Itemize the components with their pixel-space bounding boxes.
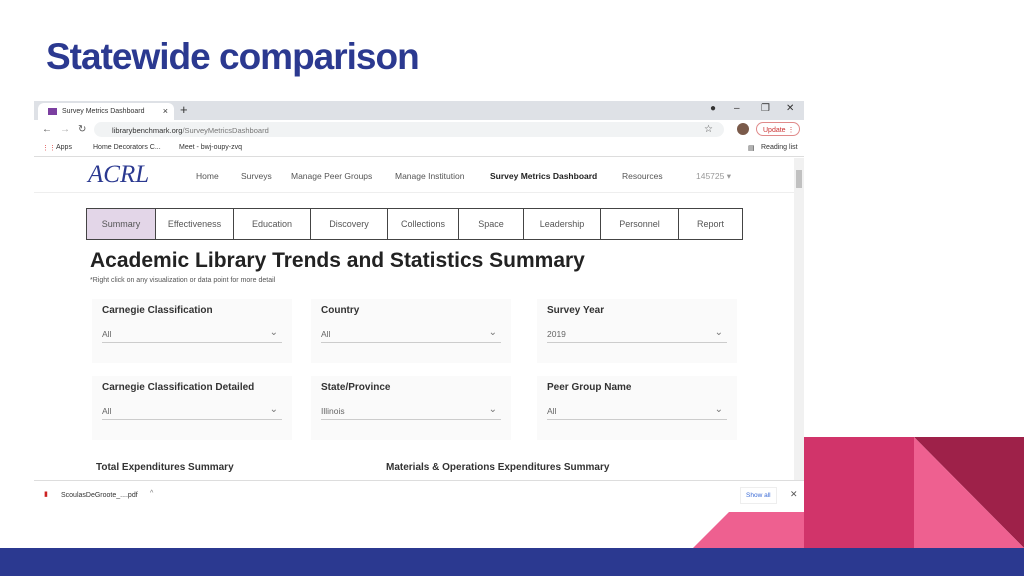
nav-manage-peer-groups[interactable]: Manage Peer Groups bbox=[291, 171, 372, 181]
minimize-button[interactable]: – bbox=[734, 103, 740, 114]
select-value: Illinois bbox=[321, 406, 345, 416]
maximize-button[interactable]: ❐ bbox=[761, 103, 770, 114]
tab-strip: Survey Metrics Dashboard × + ● – ❐ ✕ bbox=[34, 101, 804, 120]
filter-state: State/Province Illinois ⌄ bbox=[311, 376, 511, 440]
apps-icon: ⋮⋮ bbox=[42, 145, 56, 152]
filter-label: Country bbox=[321, 305, 360, 316]
chevron-down-icon: ⌄ bbox=[488, 327, 497, 338]
tab-space[interactable]: Space bbox=[458, 208, 524, 240]
browser-screenshot: Survey Metrics Dashboard × + ● – ❐ ✕ ← → … bbox=[34, 101, 804, 510]
reading-list-icon: ▤ bbox=[748, 145, 755, 152]
chevron-down-icon: ⌄ bbox=[269, 327, 278, 338]
close-downloads-icon[interactable]: ✕ bbox=[790, 489, 798, 500]
tab-education[interactable]: Education bbox=[233, 208, 311, 240]
chevron-down-icon: ⌄ bbox=[269, 404, 278, 415]
carnegie-select[interactable]: All ⌄ bbox=[102, 325, 282, 343]
filter-label: Carnegie Classification bbox=[102, 305, 213, 316]
acrl-logo[interactable]: ACRL bbox=[88, 161, 149, 189]
chevron-up-icon[interactable]: ^ bbox=[150, 490, 153, 497]
new-tab-button[interactable]: + bbox=[180, 102, 188, 117]
close-tab-icon[interactable]: × bbox=[163, 106, 168, 116]
browser-tab[interactable]: Survey Metrics Dashboard × bbox=[38, 103, 174, 120]
select-value: All bbox=[321, 329, 331, 339]
tab-summary[interactable]: Summary bbox=[86, 208, 156, 240]
rose-square bbox=[804, 437, 914, 548]
filter-carnegie-detailed: Carnegie Classification Detailed All ⌄ bbox=[92, 376, 292, 440]
nav-survey-metrics-dashboard[interactable]: Survey Metrics Dashboard bbox=[490, 171, 597, 181]
nav-resources[interactable]: Resources bbox=[622, 171, 663, 181]
user-menu[interactable]: 145725 ▾ bbox=[696, 171, 731, 182]
tab-report[interactable]: Report bbox=[678, 208, 743, 240]
reading-list[interactable]: Reading list bbox=[761, 144, 798, 151]
filter-label: Peer Group Name bbox=[547, 382, 632, 393]
address-bar-row: ← → ↻ librarybenchmark.org/SurveyMetrics… bbox=[34, 120, 804, 140]
tab-personnel[interactable]: Personnel bbox=[600, 208, 679, 240]
url-input[interactable]: librarybenchmark.org/SurveyMetricsDashbo… bbox=[94, 122, 724, 137]
filter-label: Carnegie Classification Detailed bbox=[102, 382, 255, 393]
show-all-button[interactable]: Show all bbox=[740, 487, 777, 504]
survey-year-select[interactable]: 2019 ⌄ bbox=[547, 325, 727, 343]
filter-country: Country All ⌄ bbox=[311, 299, 511, 363]
nav-manage-institution[interactable]: Manage Institution bbox=[395, 171, 464, 181]
filter-label: State/Province bbox=[321, 382, 391, 393]
reload-icon[interactable]: ↻ bbox=[78, 124, 86, 135]
update-button[interactable]: Update ⋮ bbox=[756, 122, 800, 136]
filter-carnegie: Carnegie Classification All ⌄ bbox=[92, 299, 292, 363]
pink-triangle bbox=[914, 437, 1024, 548]
maroon-triangle bbox=[914, 437, 1024, 548]
country-select[interactable]: All ⌄ bbox=[321, 325, 501, 343]
filter-peer-group: Peer Group Name All ⌄ bbox=[537, 376, 737, 440]
pdf-icon: ▮ bbox=[44, 491, 48, 498]
pink-parallelogram bbox=[693, 512, 804, 548]
update-label: Update bbox=[763, 127, 786, 134]
chevron-down-icon: ⌄ bbox=[488, 404, 497, 415]
select-value: All bbox=[102, 329, 112, 339]
bookmark-home-decorators[interactable]: Home Decorators C... bbox=[93, 144, 161, 151]
dashboard-heading: Academic Library Trends and Statistics S… bbox=[90, 249, 585, 272]
downloads-bar: ▮ ScoulasDeGroote_....pdf ^ Show all ✕ bbox=[34, 480, 804, 512]
select-value: All bbox=[102, 406, 112, 416]
download-file[interactable]: ScoulasDeGroote_....pdf bbox=[61, 492, 138, 499]
footer-bar bbox=[0, 548, 1024, 576]
profile-dot-icon[interactable]: ● bbox=[710, 103, 716, 114]
url-path: /SurveyMetricsDashboard bbox=[182, 126, 269, 135]
tab-discovery[interactable]: Discovery bbox=[310, 208, 388, 240]
tab-collections[interactable]: Collections bbox=[387, 208, 459, 240]
total-expenditures-title: Total Expenditures Summary bbox=[96, 462, 234, 473]
tab-effectiveness[interactable]: Effectiveness bbox=[155, 208, 234, 240]
slide-title: Statewide comparison bbox=[46, 36, 420, 77]
powerbi-icon bbox=[48, 108, 57, 115]
forward-icon[interactable]: → bbox=[60, 124, 70, 135]
bookmark-meet[interactable]: Meet - bwj-oupy-zvq bbox=[179, 144, 242, 151]
site-nav: ACRL Home Surveys Manage Peer Groups Man… bbox=[34, 158, 794, 193]
tab-leadership[interactable]: Leadership bbox=[523, 208, 601, 240]
chevron-down-icon: ⌄ bbox=[714, 327, 723, 338]
select-value: All bbox=[547, 406, 557, 416]
page-content: ACRL Home Surveys Manage Peer Groups Man… bbox=[34, 158, 794, 510]
bookmarks-bar: ⋮⋮ Apps Home Decorators C... Meet - bwj-… bbox=[34, 140, 804, 157]
nav-surveys[interactable]: Surveys bbox=[241, 171, 272, 181]
bookmark-apps[interactable]: Apps bbox=[56, 144, 72, 151]
dashboard-note: *Right click on any visualization or dat… bbox=[90, 277, 276, 284]
dashboard-tabs: Summary Effectiveness Education Discover… bbox=[86, 208, 743, 240]
nav-home[interactable]: Home bbox=[196, 171, 219, 181]
star-icon[interactable]: ☆ bbox=[704, 124, 713, 135]
state-select[interactable]: Illinois ⌄ bbox=[321, 402, 501, 420]
filter-label: Survey Year bbox=[547, 305, 605, 316]
carnegie-detailed-select[interactable]: All ⌄ bbox=[102, 402, 282, 420]
peer-group-select[interactable]: All ⌄ bbox=[547, 402, 727, 420]
chevron-down-icon: ⌄ bbox=[714, 404, 723, 415]
url-domain: librarybenchmark.org bbox=[112, 126, 183, 135]
back-icon[interactable]: ← bbox=[42, 124, 52, 135]
filter-survey-year: Survey Year 2019 ⌄ bbox=[537, 299, 737, 363]
close-window-button[interactable]: ✕ bbox=[786, 103, 794, 114]
scrollbar[interactable] bbox=[794, 158, 804, 480]
materials-expenditures-title: Materials & Operations Expenditures Summ… bbox=[386, 462, 610, 473]
scroll-thumb[interactable] bbox=[796, 170, 802, 188]
tab-title: Survey Metrics Dashboard bbox=[62, 108, 145, 115]
select-value: 2019 bbox=[547, 329, 566, 339]
avatar[interactable] bbox=[737, 123, 749, 135]
